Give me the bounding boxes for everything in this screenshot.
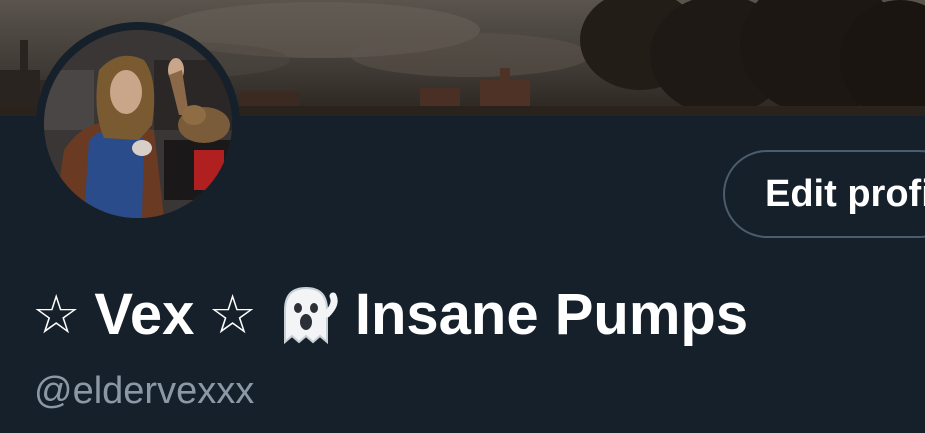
profile-handle: @eldervexxx [34, 370, 255, 412]
profile-header: Edit profile ☆ Vex ☆ Insane Pumps @elder… [0, 0, 925, 433]
avatar-photo [44, 30, 232, 218]
display-name: ☆ Vex ☆ Insane Pumps [32, 278, 748, 352]
edit-profile-label: Edit profile [765, 173, 925, 215]
profile-avatar[interactable] [36, 22, 240, 226]
display-name-text-insane-pumps: Insane Pumps [354, 282, 749, 347]
star-outline-icon: ☆ [208, 283, 257, 346]
ghost-emoji-icon [271, 280, 341, 350]
avatar-portrait-graphic [44, 30, 232, 218]
display-name-text-vex: Vex [94, 282, 195, 347]
edit-profile-button[interactable]: Edit profile [723, 150, 925, 238]
star-outline-icon: ☆ [32, 283, 81, 346]
